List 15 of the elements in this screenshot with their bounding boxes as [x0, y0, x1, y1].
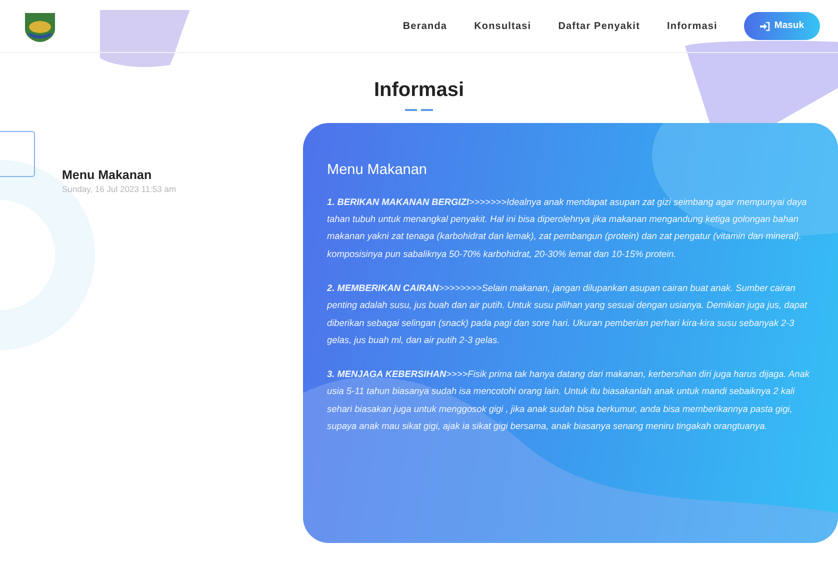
- title-underline: [421, 109, 433, 111]
- nav-link[interactable]: Daftar Penyakit: [558, 18, 640, 34]
- page-title: Informasi: [374, 78, 464, 103]
- article-paragraph: 1. BERIKAN MAKANAN BERGIZI>>>>>>>Idealnya anak mendapat asupan zat gizi seimbang agar mempunyai daya tahan tubuh untuk menangkal penyakit. Hal ini bisa diperolehnya jika makanan mengandung ketiga golongan bahan makanan yakni zat tenaga (karbohidrat dan lemak), zat pembangun (protein) dan zat pengatur (vitamin dan mineral). komposisinya pun sabaliknya 50-70% karbohidrat, 20-30% lemat dan 10-15% protein.: [327, 196, 808, 261]
- nav-link[interactable]: Beranda: [402, 18, 448, 34]
- article-paragraph: 2. MEMBERIKAN CAIRAN>>>>>>>>Selain makanan, jangan dilupankan asupan cairan buat anak. Sumber cairan penting adalah susu, jus buah dan air putih. Untuk susu pilihan yang sesuai dengan usianya. Demikian juga jus, dapat diberikan sebagai selingan (snack) pada pagi dan sore hari. Ukuran pemberian perhari kira-kira susu sebanyak 2-3 gelas, jus buah ml, dan air putih 2-3 gelas.: [327, 282, 808, 347]
- article-paragraph: 3. MENJAGA KEBERSIHAN>>>>Fisik prima tak hanya datang dari makanan, kerbersihan diri juga harus dijaga. Anak usia 5-11 tahun biasanya sudah isa mencotohi orang lain. Untuk itu biasakanlah anak untuk mandi sebaiknya 2 kali sehari biasakan juga untuk menggosok gigi , jika anak sudah bisa berkumur, anda bisa memberikannya pasta gigi, supaya anak mau sikat gigi, ajak ia sikat gigi bersama, anak biasanya senang meniru tingakah orangtuanya.: [327, 368, 811, 434]
- nav-link[interactable]: Konsultasi: [474, 18, 532, 34]
- sign-in-icon: [760, 22, 770, 30]
- title-underline: [405, 109, 417, 111]
- post-title[interactable]: Menu Makanan: [62, 169, 303, 183]
- post-date: Sunday, 16 Jul 2023 11:53 am: [62, 182, 178, 196]
- article-title: Menu Makanan: [327, 161, 428, 180]
- image-frame: [0, 131, 35, 177]
- nav-link[interactable]: Informasi: [667, 18, 718, 34]
